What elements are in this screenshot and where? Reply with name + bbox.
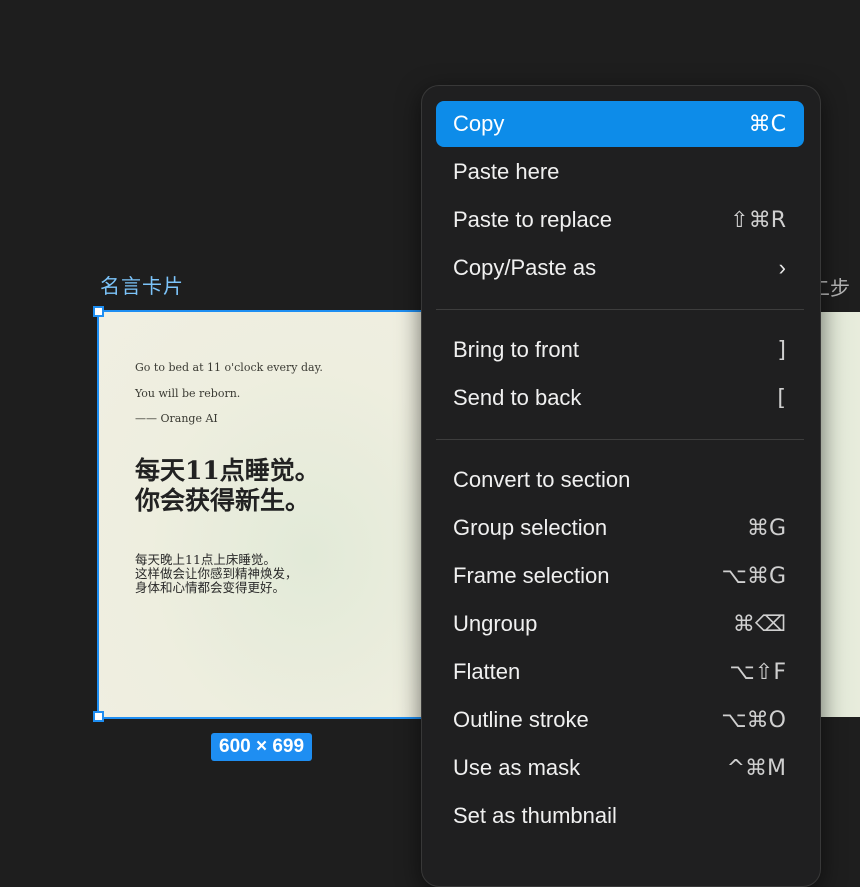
menu-item-shortcut: ⇧⌘R: [730, 207, 786, 233]
chevron-right-icon: ›: [778, 255, 786, 280]
menu-item-shortcut: ⌘C: [748, 111, 786, 137]
menu-item-frame-selection[interactable]: Frame selection ⌥⌘G: [436, 553, 804, 599]
menu-item-convert-to-section[interactable]: Convert to section: [436, 457, 804, 503]
menu-item-label: Frame selection: [453, 563, 610, 588]
menu-item-outline-stroke[interactable]: Outline stroke ⌥⌘O: [436, 697, 804, 743]
menu-separator: [436, 309, 804, 310]
adjacent-frame[interactable]: [818, 312, 860, 717]
menu-item-label: Paste here: [453, 159, 560, 184]
menu-item-paste-to-replace[interactable]: Paste to replace ⇧⌘R: [436, 197, 804, 243]
menu-item-shortcut: [: [777, 385, 786, 411]
context-menu: Copy ⌘C Paste here Paste to replace ⇧⌘R …: [421, 85, 821, 887]
quote-card-frame[interactable]: Go to bed at 11 o'clock every day. You w…: [99, 312, 423, 717]
menu-item-label: Send to back: [453, 385, 582, 410]
quote-chinese-title-line: 你会获得新生。: [135, 486, 311, 515]
quote-chinese-title: 每天11点睡觉。 你会获得新生。: [135, 456, 365, 516]
quote-author: —— Orange AI: [135, 412, 218, 425]
menu-item-shortcut: ]: [777, 337, 786, 363]
resize-handle-bottom-left[interactable]: [93, 711, 104, 722]
menu-item-send-to-back[interactable]: Send to back [: [436, 375, 804, 421]
menu-separator: [436, 439, 804, 440]
quote-english-line: Go to bed at 11 o'clock every day.: [135, 361, 323, 374]
quote-chinese-body: 每天晚上11点上床睡觉。 这样做会让你感到精神焕发， 身体和心情都会变得更好。: [135, 553, 335, 595]
menu-item-paste-here[interactable]: Paste here: [436, 149, 804, 195]
menu-item-label: Bring to front: [453, 337, 579, 362]
menu-item-label: Convert to section: [453, 467, 631, 492]
menu-item-use-as-mask[interactable]: Use as mask ^⌘M: [436, 745, 804, 791]
menu-item-set-as-thumbnail[interactable]: Set as thumbnail: [436, 793, 804, 839]
menu-item-shortcut: ⌥⌘G: [721, 563, 786, 589]
menu-item-shortcut: ⌥⌘O: [721, 707, 786, 733]
menu-item-label: Copy/Paste as: [453, 255, 597, 280]
quote-english-line: You will be reborn.: [135, 387, 241, 400]
menu-item-group-selection[interactable]: Group selection ⌘G: [436, 505, 804, 551]
menu-item-copy-paste-as[interactable]: Copy/Paste as ›: [436, 245, 804, 291]
menu-item-label: Group selection: [453, 515, 608, 540]
menu-item-label: Use as mask: [453, 755, 581, 780]
resize-handle-top-left[interactable]: [93, 306, 104, 317]
menu-item-label: Paste to replace: [453, 207, 612, 232]
quote-chinese-body-line: 这样做会让你感到精神焕发，: [135, 566, 298, 581]
menu-item-bring-to-front[interactable]: Bring to front ]: [436, 327, 804, 373]
quote-chinese-title-line: 每天11点睡觉。: [135, 456, 320, 485]
quote-chinese-body-line: 每天晚上11点上床睡觉。: [135, 552, 276, 567]
menu-item-label: Ungroup: [453, 611, 538, 636]
menu-item-ungroup[interactable]: Ungroup ⌘⌫: [436, 601, 804, 647]
menu-item-shortcut: ⌘⌫: [732, 611, 786, 637]
size-badge: 600 × 699: [211, 733, 313, 761]
menu-item-copy[interactable]: Copy ⌘C: [436, 101, 804, 147]
menu-item-shortcut: ^⌘M: [726, 755, 786, 781]
menu-item-shortcut: ⌥⇧F: [729, 659, 786, 685]
menu-item-label: Copy: [453, 111, 505, 136]
frame-label[interactable]: 名言卡片: [100, 270, 184, 299]
menu-item-label: Flatten: [453, 659, 521, 684]
quote-chinese-body-line: 身体和心情都会变得更好。: [135, 580, 286, 595]
menu-item-shortcut: ⌘G: [746, 515, 786, 541]
menu-item-label: Set as thumbnail: [453, 803, 617, 828]
menu-item-flatten[interactable]: Flatten ⌥⇧F: [436, 649, 804, 695]
menu-item-label: Outline stroke: [453, 707, 589, 732]
